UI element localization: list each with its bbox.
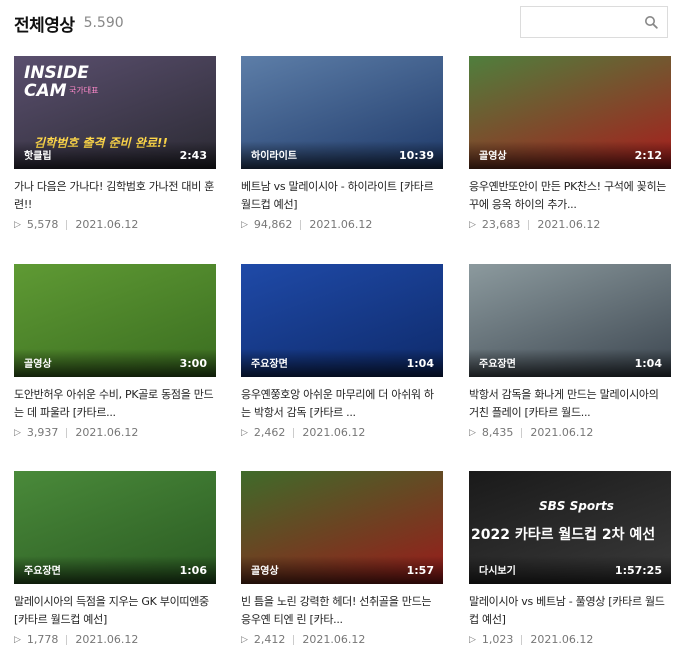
play-icon: ▷ [469, 219, 476, 230]
video-thumbnail[interactable]: 골영상 2:12 [469, 56, 671, 169]
video-thumbnail[interactable]: INSIDE CAM 국가대표 김학범호 출격 준비 완료!! 핫클립 2:43 [14, 56, 216, 169]
video-card[interactable]: INSIDE CAM 국가대표 김학범호 출격 준비 완료!! 핫클립 2:43… [14, 56, 216, 231]
divider [300, 219, 302, 230]
duration-label: 1:06 [179, 564, 207, 577]
play-icon: ▷ [14, 427, 21, 438]
view-count: 5,578 [26, 218, 59, 231]
category-badge: 핫클립 [24, 151, 52, 162]
video-count: 5.590 [83, 15, 124, 31]
search-input[interactable] [521, 7, 639, 37]
video-thumbnail[interactable]: 주요장면 1:04 [469, 264, 671, 377]
view-count: 1,778 [26, 633, 59, 646]
category-badge: 골영상 [251, 566, 279, 577]
video-title[interactable]: 말레이시아 vs 베트남 - 풀영상 [카타르 월드컵 예선] [469, 593, 671, 629]
play-icon: ▷ [241, 219, 248, 230]
video-title[interactable]: 베트남 vs 말레이시아 - 하이라이트 [카타르 월드컵 예선] [241, 178, 443, 214]
divider [528, 219, 530, 230]
duration-label: 1:57:25 [614, 564, 662, 577]
video-meta: ▷ 94,862 2021.06.12 [241, 218, 443, 231]
video-card[interactable]: SBS Sports 2022 카타르 월드컵 2차 예선 다시보기 1:57:… [469, 471, 671, 646]
play-icon: ▷ [469, 427, 476, 438]
video-meta: ▷ 2,462 2021.06.12 [241, 426, 443, 439]
video-card[interactable]: 하이라이트 10:39 베트남 vs 말레이시아 - 하이라이트 [카타르 월드… [241, 56, 443, 231]
video-meta: ▷ 5,578 2021.06.12 [14, 218, 216, 231]
video-meta: ▷ 1,023 2021.06.12 [469, 633, 671, 646]
divider [66, 634, 68, 645]
view-count: 1,023 [481, 633, 514, 646]
upload-date: 2021.06.12 [530, 426, 594, 439]
play-icon: ▷ [469, 634, 476, 645]
upload-date: 2021.06.12 [75, 218, 139, 231]
video-title[interactable]: 가나 다음은 가나다! 김학범호 가나전 대비 훈련!! [14, 178, 216, 214]
category-badge: 주요장면 [479, 359, 516, 370]
upload-date: 2021.06.12 [530, 633, 594, 646]
video-title[interactable]: 말레이시아의 득점을 지우는 GK 부이띠엔중 [카타르 월드컵 예선] [14, 593, 216, 629]
video-meta: ▷ 3,937 2021.06.12 [14, 426, 216, 439]
view-count: 94,862 [253, 218, 293, 231]
view-count: 3,937 [26, 426, 59, 439]
upload-date: 2021.06.12 [302, 633, 366, 646]
duration-label: 1:57 [406, 564, 434, 577]
category-badge: 주요장면 [24, 566, 61, 577]
divider [66, 219, 68, 230]
upload-date: 2021.06.12 [302, 426, 366, 439]
video-card[interactable]: 골영상 2:12 응우옌반또안이 만든 PK찬스! 구석에 꽂히는 꾸에 응옥 … [469, 56, 671, 231]
play-icon: ▷ [14, 634, 21, 645]
duration-label: 2:43 [179, 149, 207, 162]
view-count: 2,462 [253, 426, 286, 439]
video-meta: ▷ 2,412 2021.06.12 [241, 633, 443, 646]
video-meta: ▷ 1,778 2021.06.12 [14, 633, 216, 646]
video-title[interactable]: 도안반허우 아쉬운 수비, PK골로 동점을 만드는 데 파울라 [카타르... [14, 386, 216, 422]
duration-label: 3:00 [179, 357, 207, 370]
video-thumbnail[interactable]: 주요장면 1:06 [14, 471, 216, 584]
video-card[interactable]: 주요장면 1:04 응우옌쭝호앙 아쉬운 마무리에 더 아쉬워 하는 박항서 감… [241, 264, 443, 439]
category-badge: 하이라이트 [251, 151, 297, 162]
video-thumbnail[interactable]: 주요장면 1:04 [241, 264, 443, 377]
video-thumbnail[interactable]: 하이라이트 10:39 [241, 56, 443, 169]
category-badge: 다시보기 [479, 566, 516, 577]
video-thumbnail[interactable]: 골영상 1:57 [241, 471, 443, 584]
divider [293, 427, 295, 438]
video-title[interactable]: 응우옌반또안이 만든 PK찬스! 구석에 꽂히는 꾸에 응옥 하이의 추가... [469, 178, 671, 214]
video-title[interactable]: 응우옌쭝호앙 아쉬운 마무리에 더 아쉬워 하는 박항서 감독 [카타르 ... [241, 386, 443, 422]
search-box[interactable] [520, 6, 668, 38]
video-card[interactable]: 주요장면 1:04 박항서 감독을 화나게 만드는 말레이시아의 거친 플레이 … [469, 264, 671, 439]
divider [66, 427, 68, 438]
page-title: 전체영상 [14, 15, 75, 36]
upload-date: 2021.06.12 [309, 218, 373, 231]
thumb-logo: SBS Sports [539, 499, 614, 513]
divider [521, 427, 523, 438]
video-card[interactable]: 주요장면 1:06 말레이시아의 득점을 지우는 GK 부이띠엔중 [카타르 월… [14, 471, 216, 646]
play-icon: ▷ [14, 219, 21, 230]
video-title[interactable]: 빈 틈을 노린 강력한 헤더! 선취골을 만드는 응우옌 티엔 린 [카타... [241, 593, 443, 629]
video-card[interactable]: 골영상 1:57 빈 틈을 노린 강력한 헤더! 선취골을 만드는 응우옌 티엔… [241, 471, 443, 646]
view-count: 8,435 [481, 426, 514, 439]
duration-label: 1:04 [634, 357, 662, 370]
category-badge: 주요장면 [251, 359, 288, 370]
video-thumbnail[interactable]: 골영상 3:00 [14, 264, 216, 377]
upload-date: 2021.06.12 [537, 218, 601, 231]
duration-label: 10:39 [398, 149, 434, 162]
play-icon: ▷ [241, 634, 248, 645]
video-title[interactable]: 박항서 감독을 화나게 만드는 말레이시아의 거친 플레이 [카타르 월드... [469, 386, 671, 422]
video-card[interactable]: 골영상 3:00 도안반허우 아쉬운 수비, PK골로 동점을 만드는 데 파울… [14, 264, 216, 439]
search-icon[interactable] [644, 15, 658, 29]
thumb-overlay-sub: 국가대표 [69, 86, 99, 95]
upload-date: 2021.06.12 [75, 633, 139, 646]
thumb-overlay-caption: 2022 카타르 월드컵 2차 예선 [471, 527, 656, 543]
divider [521, 634, 523, 645]
category-badge: 골영상 [479, 151, 507, 162]
divider [293, 634, 295, 645]
video-meta: ▷ 23,683 2021.06.12 [469, 218, 671, 231]
duration-label: 1:04 [406, 357, 434, 370]
duration-label: 2:12 [634, 149, 662, 162]
view-count: 2,412 [253, 633, 286, 646]
video-thumbnail[interactable]: SBS Sports 2022 카타르 월드컵 2차 예선 다시보기 1:57:… [469, 471, 671, 584]
video-meta: ▷ 8,435 2021.06.12 [469, 426, 671, 439]
page-header: 전체영상 5.590 [14, 8, 124, 38]
upload-date: 2021.06.12 [75, 426, 139, 439]
category-badge: 골영상 [24, 359, 52, 370]
view-count: 23,683 [481, 218, 521, 231]
play-icon: ▷ [241, 427, 248, 438]
